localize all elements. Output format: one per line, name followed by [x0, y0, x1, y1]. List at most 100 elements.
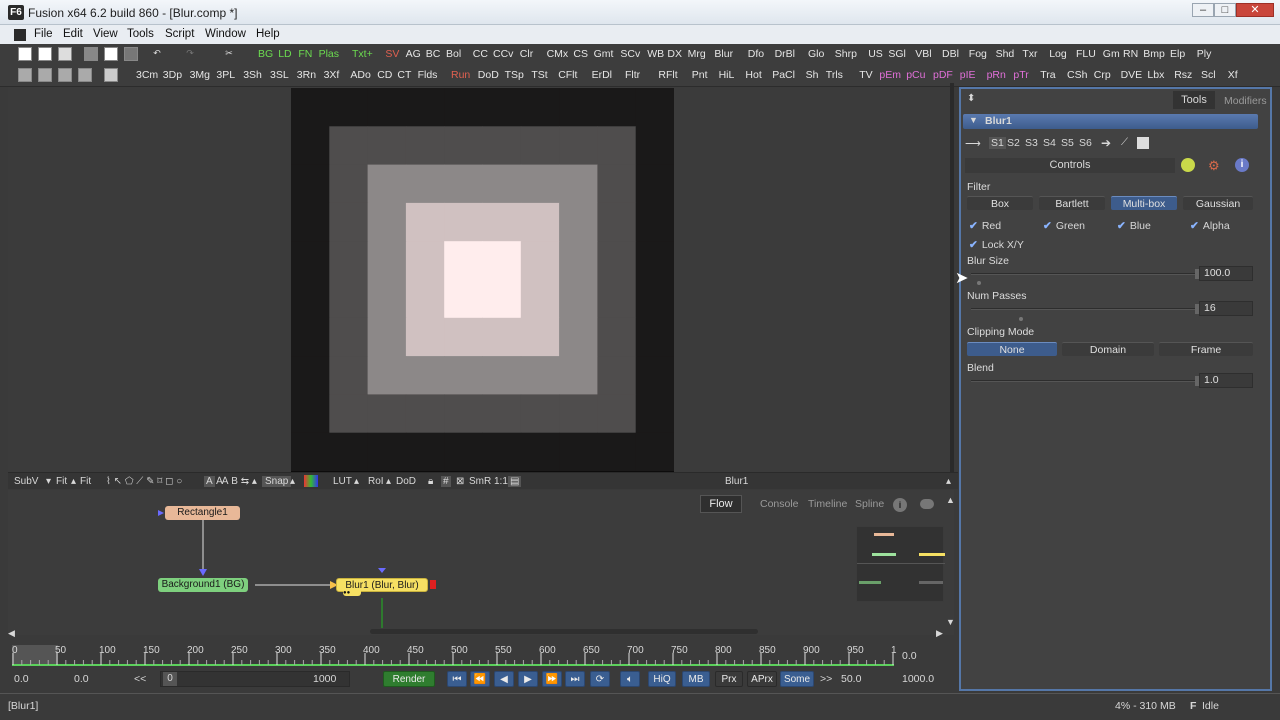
tb1-tool-shd[interactable]: Shd — [996, 48, 1015, 60]
tb1-tool-log[interactable]: Log — [1049, 48, 1067, 60]
fit2-button[interactable]: Fit — [80, 476, 91, 487]
maximize-button[interactable]: □ — [1214, 3, 1236, 17]
tb2-tool-tv[interactable]: TV — [859, 69, 872, 81]
tb2-tool-ado[interactable]: ADo — [350, 69, 370, 81]
tb2-tool-crp[interactable]: Crp — [1094, 69, 1111, 81]
tb1-tool-cs[interactable]: CS — [573, 48, 588, 60]
tb1-tool-ccv[interactable]: CCv — [493, 48, 513, 60]
tb1-tool-fog[interactable]: Fog — [969, 48, 987, 60]
scissors-icon[interactable]: ✂ — [222, 47, 236, 61]
tb1-tool-bol[interactable]: Bol — [446, 48, 461, 60]
tb1-tool-dbl[interactable]: DBl — [942, 48, 959, 60]
radiation-icon[interactable] — [1181, 158, 1195, 172]
blur-size-field[interactable]: 100.0 — [1199, 266, 1253, 281]
tb2-tool-hil[interactable]: HiL — [719, 69, 735, 81]
tb2-tool-3xf[interactable]: 3Xf — [324, 69, 340, 81]
flow-scroll-left-icon[interactable]: ◀ — [8, 628, 18, 639]
viewer-splitter[interactable] — [950, 83, 954, 472]
tb1-tool-txr[interactable]: Txr — [1022, 48, 1037, 60]
color-swatch-icon[interactable] — [304, 475, 318, 487]
tb1-tool-ag[interactable]: AG — [406, 48, 421, 60]
tb2-tool-tra[interactable]: Tra — [1040, 69, 1055, 81]
flow-area[interactable]: Flow Console Timeline Spline i ▲ ▼ Recta… — [8, 490, 955, 638]
menu-window[interactable]: Window — [205, 28, 246, 40]
tb1-tool-fn[interactable]: FN — [298, 48, 312, 60]
aprx-button[interactable]: APrx — [747, 671, 777, 687]
filter-gaussian[interactable]: Gaussian — [1183, 196, 1253, 210]
tb1-tool-sgl[interactable]: SGl — [888, 48, 906, 60]
tb2-tool-3rn[interactable]: 3Rn — [297, 69, 316, 81]
tb1-tool-vbl[interactable]: VBl — [915, 48, 931, 60]
menu-script[interactable]: Script — [165, 28, 194, 40]
tool-header[interactable]: ▼ Blur1 — [963, 114, 1258, 129]
tb2-tool-scl[interactable]: Scl — [1201, 69, 1216, 81]
tb2-tool-run[interactable]: Run — [451, 69, 470, 81]
global-end-field[interactable]: 1000.0 — [902, 673, 934, 685]
tb2-tool-3mg[interactable]: 3Mg — [190, 69, 210, 81]
viewer-tool-icons[interactable]: ⌇ ↖ ⬠ ⟋ ✎ ⌑ ◻ ○ — [106, 476, 182, 487]
controls-tab[interactable]: Controls — [965, 158, 1175, 173]
blend-field[interactable]: 1.0 — [1199, 373, 1253, 388]
slot-s3[interactable]: S3 — [1025, 137, 1038, 149]
play-reverse-button[interactable]: ◀ — [494, 671, 514, 687]
current-frame[interactable]: 0 — [163, 672, 177, 686]
layout-icon-4[interactable] — [78, 68, 92, 82]
global-start-field[interactable]: 0.0 — [14, 673, 29, 685]
tab-tools[interactable]: Tools — [1173, 91, 1215, 109]
tb2-tool-pacl[interactable]: PaCl — [772, 69, 795, 81]
tb1-tool-ply[interactable]: Ply — [1197, 48, 1212, 60]
lock-xy-checkbox[interactable]: ✔ Lock X/Y — [969, 239, 1024, 251]
slot-s6[interactable]: S6 — [1079, 137, 1092, 149]
mb-button[interactable]: MB — [682, 671, 710, 687]
arrow-right-icon[interactable]: ➔ — [1101, 136, 1111, 150]
tb1-tool-ld[interactable]: LD — [278, 48, 291, 60]
checker-icon[interactable]: # — [441, 476, 451, 487]
filter-bartlett[interactable]: Bartlett — [1039, 196, 1105, 210]
save-settings-icon[interactable] — [1137, 137, 1149, 149]
channel-ab-icon[interactable]: Ꜳ B ⇆ ▴ — [216, 476, 257, 487]
tb1-tool-bmp[interactable]: Bmp — [1143, 48, 1165, 60]
tb1-tool-dx[interactable]: DX — [667, 48, 682, 60]
tb1-tool-us[interactable]: US — [868, 48, 883, 60]
tb2-tool-pie[interactable]: pIE — [960, 69, 976, 81]
menu-help[interactable]: Help — [256, 28, 280, 40]
panel-collapse-icon[interactable]: ⬍ — [967, 93, 975, 104]
tb2-tool-pnt[interactable]: Pnt — [692, 69, 708, 81]
tb1-tool-txt[interactable]: Txt+ — [352, 48, 373, 60]
node-background1[interactable]: Background1 (BG) — [158, 578, 248, 592]
tb2-tool-flds[interactable]: Flds — [418, 69, 438, 81]
tb1-tool-plas[interactable]: Plas — [319, 48, 339, 60]
tb2-tool-tst[interactable]: TSt — [531, 69, 547, 81]
viewer-expand-icon[interactable]: ▴ — [946, 476, 951, 487]
tb2-tool-trls[interactable]: Trls — [826, 69, 843, 81]
tb1-tool-clr[interactable]: Clr — [520, 48, 533, 60]
tb1-tool-elp[interactable]: Elp — [1170, 48, 1185, 60]
tb1-tool-flu[interactable]: FLU — [1076, 48, 1096, 60]
tb1-tool-sv[interactable]: SV — [385, 48, 399, 60]
num-passes-field[interactable]: 16 — [1199, 301, 1253, 316]
channel-blue-checkbox[interactable]: ✔ Blue — [1117, 220, 1151, 232]
tb2-tool-sh[interactable]: Sh — [806, 69, 819, 81]
menu-tools[interactable]: Tools — [127, 28, 154, 40]
audio-button[interactable]: 🔈︎ — [620, 671, 640, 687]
pin-icon[interactable]: ⟶ — [965, 137, 981, 150]
tb2-tool-rsz[interactable]: Rsz — [1174, 69, 1192, 81]
menu-view[interactable]: View — [93, 28, 118, 40]
new-icon[interactable] — [18, 47, 32, 61]
tb1-tool-gm[interactable]: Gm — [1103, 48, 1120, 60]
channel-green-checkbox[interactable]: ✔ Green — [1043, 220, 1085, 232]
tb1-tool-mrg[interactable]: Mrg — [688, 48, 706, 60]
tb1-tool-shrp[interactable]: Shrp — [835, 48, 857, 60]
ratio-button[interactable]: 1:1 — [494, 476, 508, 487]
copy-icon[interactable] — [104, 47, 118, 61]
flow-hscrollbar[interactable] — [370, 629, 758, 634]
layout-icon-3[interactable] — [58, 68, 72, 82]
flow-navigator[interactable] — [856, 526, 945, 602]
layout-icon-2[interactable] — [38, 68, 52, 82]
tab-modifiers[interactable]: Modifiers — [1224, 95, 1267, 107]
last-frame-button[interactable]: ⏭ — [565, 671, 585, 687]
snap-button[interactable]: Snap — [262, 476, 292, 487]
tb2-tool-hot[interactable]: Hot — [745, 69, 761, 81]
tb1-tool-dfo[interactable]: Dfo — [748, 48, 764, 60]
num-passes-slider[interactable] — [971, 304, 1199, 314]
